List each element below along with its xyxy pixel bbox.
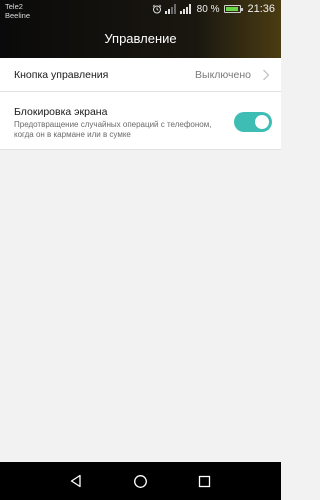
- screen-lock-description: Предотвращение случайных операций с теле…: [14, 120, 212, 139]
- carrier-1: Tele2: [5, 2, 23, 11]
- alarm-icon: [152, 4, 162, 14]
- clock: 21:36: [247, 3, 275, 15]
- status-bar: Tele2 Beeline 80 % 21:36: [0, 0, 281, 22]
- status-icons: 80 % 21:36: [152, 3, 275, 15]
- control-button-row[interactable]: Кнопка управления Выключено: [0, 58, 281, 92]
- page-title: Управление: [104, 31, 177, 46]
- battery-percent: 80 %: [196, 3, 220, 15]
- control-button-value: Выключено: [195, 69, 251, 81]
- battery-icon: [224, 5, 244, 13]
- signal-1-icon: [164, 4, 177, 14]
- signal-2-icon: [179, 4, 192, 14]
- carriers: Tele2 Beeline: [5, 2, 30, 20]
- recents-icon[interactable]: [196, 473, 212, 489]
- screen-lock-label: Блокировка экрана: [14, 106, 108, 118]
- chevron-right-icon: [262, 68, 270, 86]
- screen-lock-toggle[interactable]: [234, 112, 272, 132]
- navigation-bar: [0, 462, 281, 500]
- control-button-label: Кнопка управления: [14, 69, 109, 81]
- home-icon[interactable]: [132, 473, 148, 489]
- back-icon[interactable]: [68, 473, 84, 489]
- toggle-knob: [255, 115, 269, 129]
- carrier-2: Beeline: [5, 11, 31, 20]
